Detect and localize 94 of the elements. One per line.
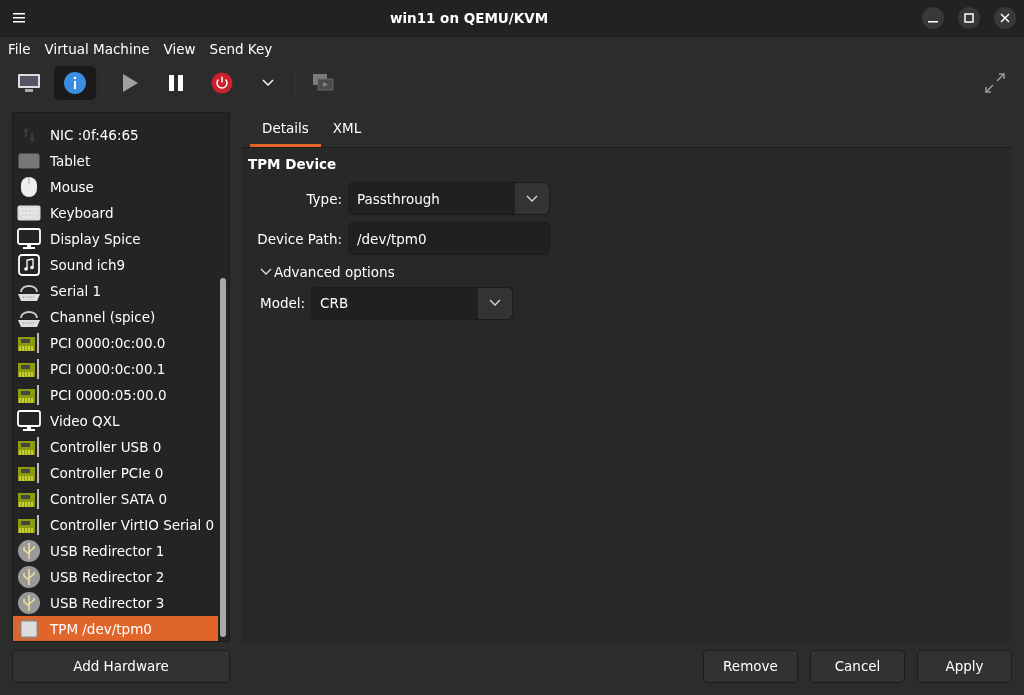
play-icon [121,73,139,93]
dropdown[interactable]: Passthrough [348,182,550,216]
hardware-item[interactable]: PCI 0000:0c:00.0 [13,330,218,356]
hardware-label: PCI 0000:05:00.0 [50,385,167,405]
dropdown[interactable]: CRB [311,286,514,320]
power-icon [211,72,233,94]
hardware-label: Controller SATA 0 [50,489,168,509]
hardware-item[interactable]: Controller PCIe 0 [13,460,218,486]
hardware-label: Tablet [50,151,91,171]
input-field[interactable]: /dev/tpm0 [348,222,550,256]
menu-item[interactable]: Send Key [205,39,277,60]
details-button[interactable] [54,66,96,100]
expander-toggle[interactable]: Advanced options [260,262,395,283]
fullscreen-icon [984,72,1006,94]
expansion-card-icon [17,435,41,459]
menu-item[interactable]: File [4,39,35,60]
hardware-item[interactable]: Controller USB 0 [13,434,218,460]
music-note-icon [18,254,40,276]
hardware-item[interactable]: Sound ich9 [13,252,218,278]
hardware-item[interactable]: Tablet [13,148,218,174]
apply-button[interactable]: Apply [917,650,1012,683]
tablet-icon [18,153,40,169]
screens-icon [312,73,334,93]
caret-icon [526,194,538,203]
chevron-down-icon [260,268,272,277]
minimize-icon [928,21,938,23]
maximize-icon [964,13,974,23]
hardware-label: Mouse [50,177,94,197]
maximize-button[interactable] [958,7,980,29]
menu-item[interactable]: Virtual Machine [40,39,154,60]
cancel-button[interactable]: Cancel [810,650,905,683]
hardware-item[interactable]: Video QXL [13,408,218,434]
monitor-icon [17,228,41,250]
hardware-label: Sound ich9 [50,255,126,275]
hardware-label: PCI 0000:0c:00.1 [50,359,166,379]
hardware-item[interactable]: Controller SATA 0 [13,486,218,512]
close-button[interactable] [994,7,1016,29]
field-label: Type: [305,189,342,209]
hardware-item[interactable]: Display Spice [13,226,218,252]
expansion-card-icon [17,461,41,485]
expansion-card-icon [17,487,41,511]
hardware-label: USB Redirector 1 [50,541,165,561]
menu-icon [13,13,25,23]
minimize-button[interactable] [922,7,944,29]
caret-icon [489,299,502,307]
hardware-label: Display Spice [50,229,141,249]
close-icon [1000,13,1010,23]
expansion-card-icon [17,357,41,381]
expansion-card-icon [17,383,41,407]
chip-icon [17,617,41,641]
pause-icon [167,74,185,92]
keyboard-icon [17,205,41,221]
hardware-item[interactable]: PCI 0000:0c:00.1 [13,356,218,382]
hardware-label: Serial 1 [50,281,102,301]
hardware-label: Controller PCIe 0 [50,463,164,483]
usb-icon [17,565,41,589]
window-title: win11 on QEMU/KVM [388,8,550,28]
hardware-item[interactable]: Keyboard [13,200,218,226]
usb-icon [17,591,41,615]
hardware-label: Controller USB 0 [50,437,162,457]
hardware-label: Keyboard [50,203,114,223]
hardware-item[interactable]: Serial 1 [13,278,218,304]
hardware-item[interactable]: PCI 0000:05:00.0 [13,382,218,408]
field-label: Model: [259,293,306,313]
hardware-label: PCI 0000:0c:00.0 [50,333,166,353]
expansion-card-icon [17,331,41,355]
hardware-label: TPM /dev/tpm0 [50,619,152,639]
caret-icon [262,79,274,87]
hardware-label: USB Redirector 3 [50,593,165,613]
monitor-icon [17,72,41,94]
scrollbar-thumb[interactable] [220,278,226,637]
menu-item[interactable]: View [159,39,200,60]
hardware-label: Controller VirtIO Serial 0 [50,515,215,535]
hardware-label: Channel (spice) [50,307,156,327]
hardware-label: USB Redirector 2 [50,567,165,587]
mouse-icon [20,176,38,198]
tab[interactable]: XML [320,112,374,147]
usb-icon [17,539,41,563]
hardware-item[interactable]: Mouse [13,174,218,200]
hardware-item[interactable]: USB Redirector 2 [13,564,218,590]
remove-button[interactable]: Remove [703,650,798,683]
add-hardware-button[interactable]: Add Hardware [12,650,230,683]
hardware-item[interactable]: NIC :0f:46:65 [13,122,218,148]
hardware-item[interactable]: USB Redirector 3 [13,590,218,616]
hardware-item[interactable]: Controller VirtIO Serial 0 [13,512,218,538]
section-title: TPM Device [248,155,338,174]
hardware-item[interactable]: USB Redirector 1 [13,538,218,564]
hardware-item[interactable]: Channel (spice) [13,304,218,330]
expansion-card-icon [17,513,41,537]
monitor-icon [17,410,41,432]
info-icon [63,71,87,95]
hardware-label: Video QXL [50,411,120,431]
field-label: Device Path: [256,229,342,249]
hardware-label: NIC :0f:46:65 [50,125,139,145]
